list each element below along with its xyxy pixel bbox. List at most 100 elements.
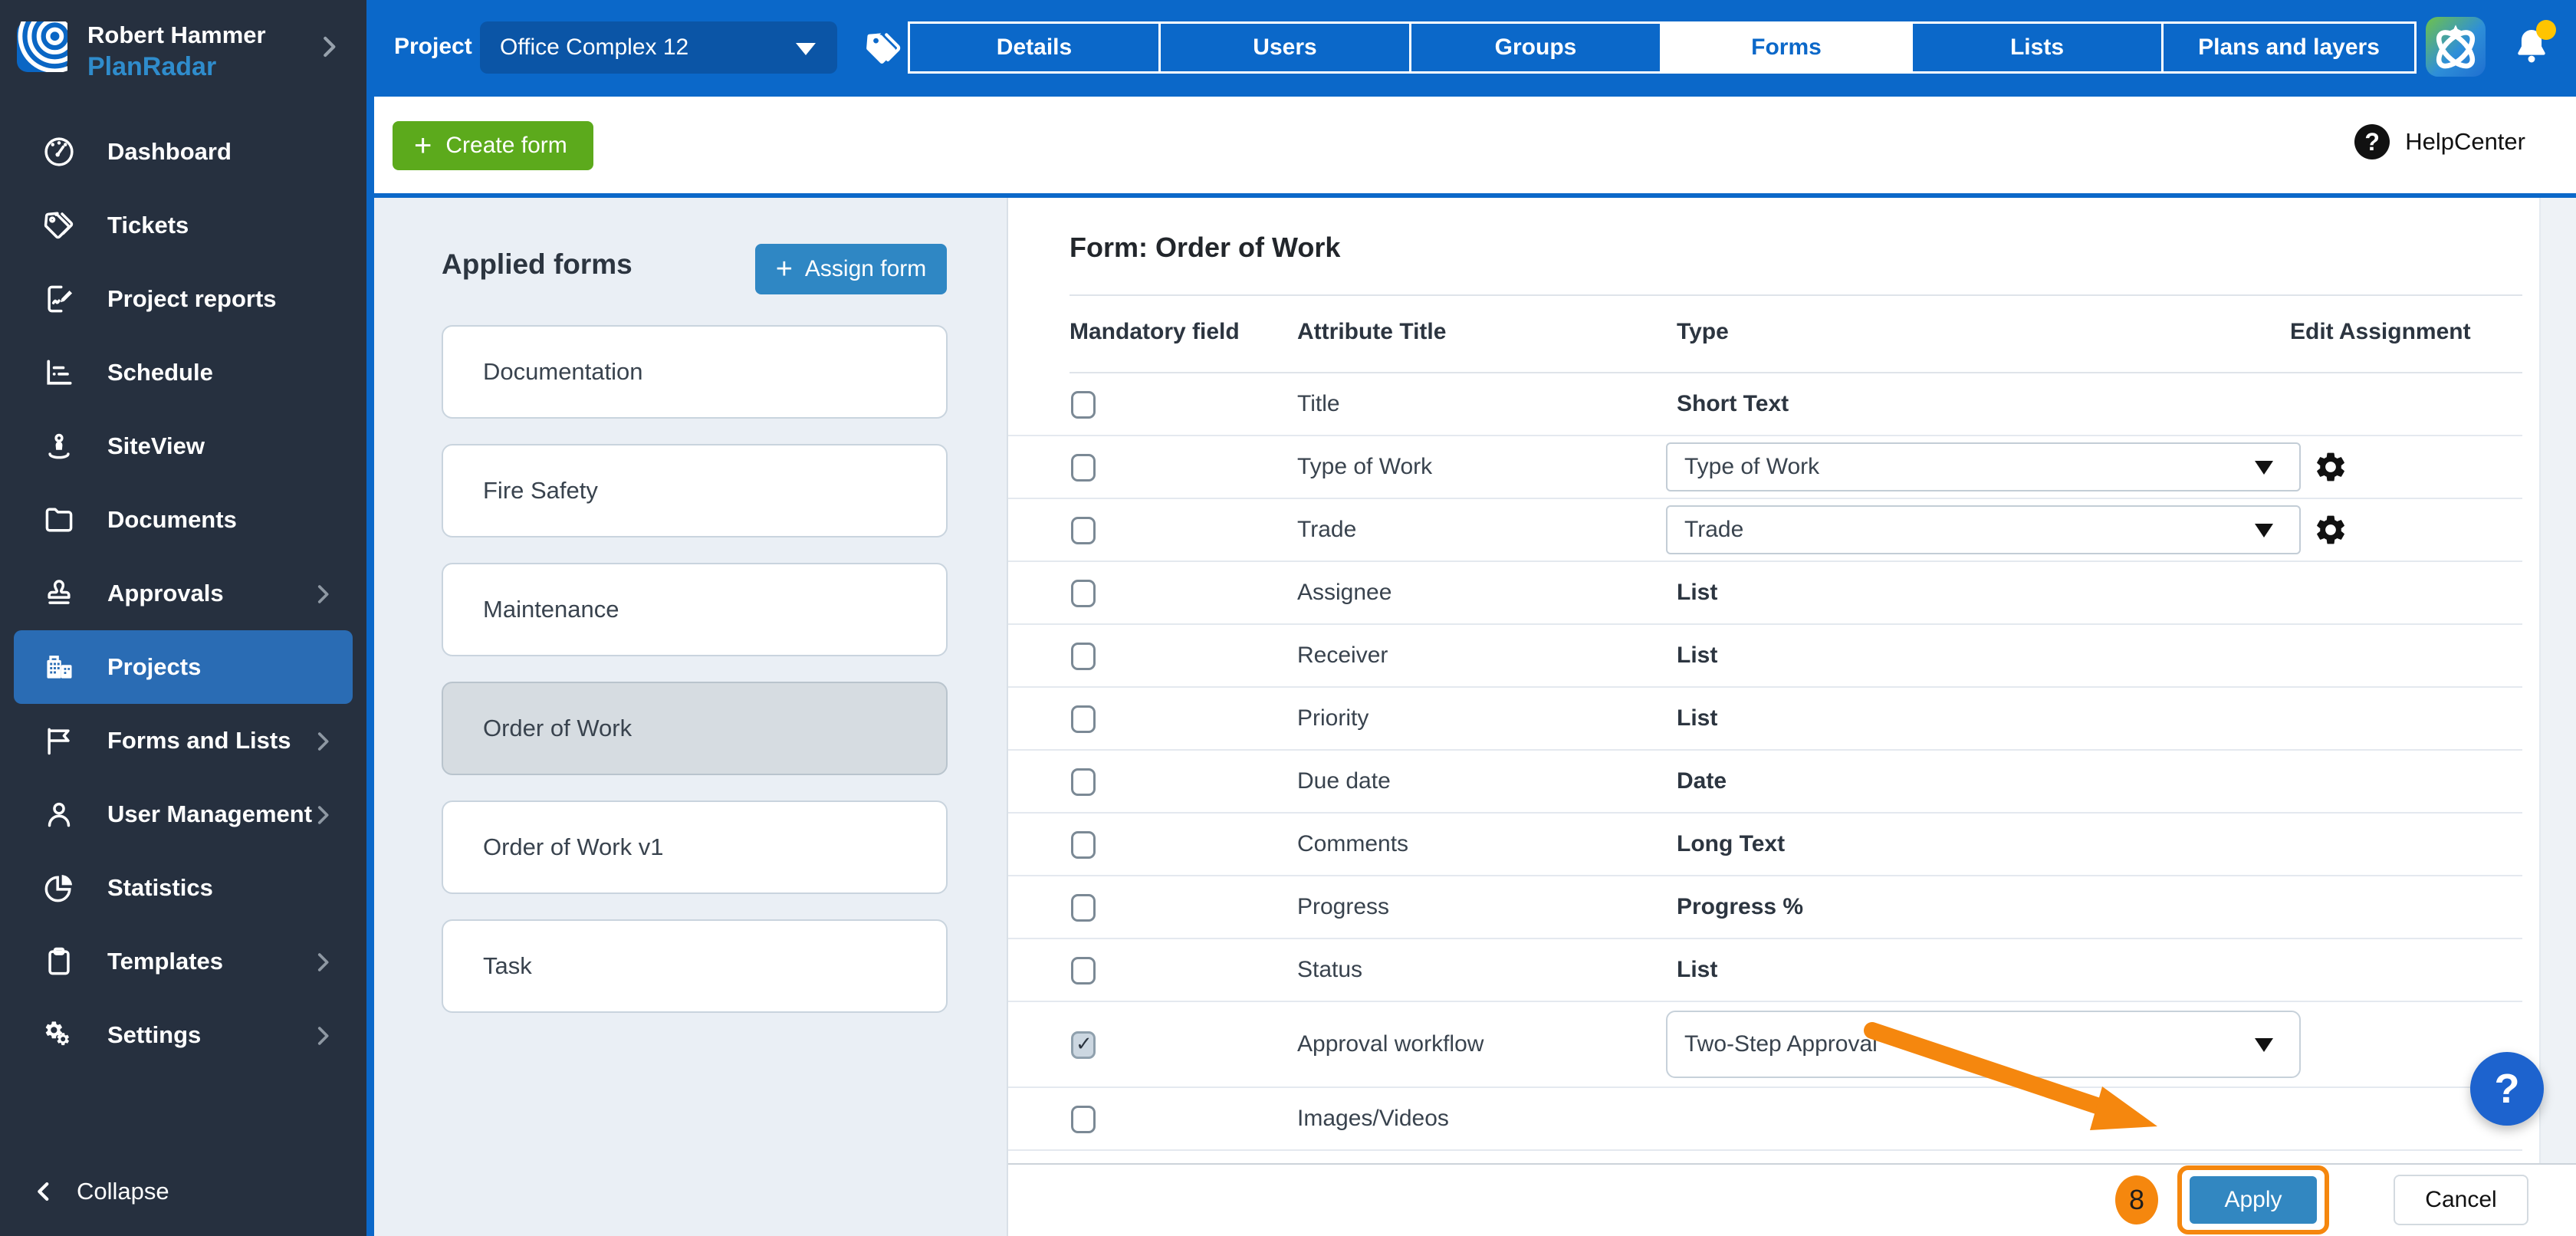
type-value: List — [1677, 957, 1717, 983]
table-row-type-of-work: Type of WorkType of Work — [1008, 436, 2522, 499]
chevron-right-icon — [310, 802, 336, 832]
form-toolbar: + Create form ? HelpCenter — [374, 97, 2576, 193]
table-row-images-videos: Images/Videos — [1008, 1088, 2522, 1151]
table-row-due-date: Due dateDate — [1008, 751, 2522, 814]
gears-icon — [42, 1018, 76, 1052]
type-select[interactable]: Type of Work — [1666, 442, 2301, 491]
connect-app-icon[interactable] — [2426, 17, 2486, 77]
sidebar-item-projects[interactable]: Projects — [14, 630, 353, 704]
mandatory-checkbox[interactable] — [1071, 643, 1096, 670]
user-name: Robert Hammer — [87, 21, 266, 49]
gear-icon[interactable] — [2313, 449, 2348, 485]
form-card-documentation[interactable]: Documentation — [442, 325, 948, 419]
mandatory-checkbox[interactable] — [1071, 957, 1096, 985]
form-card-list: Documentation Fire Safety Maintenance Order… — [442, 325, 948, 1038]
tab-users[interactable]: Users — [1161, 24, 1411, 71]
sidebar-item-user-management[interactable]: User Management — [14, 777, 353, 851]
cancel-button[interactable]: Cancel — [2394, 1175, 2528, 1225]
table-row-receiver: ReceiverList — [1008, 625, 2522, 688]
type-value: Date — [1677, 768, 1727, 794]
expand-account-icon[interactable] — [314, 32, 343, 65]
attribute-table: TitleShort TextType of WorkType of WorkT… — [1008, 373, 2522, 1151]
project-label: Project — [394, 34, 472, 60]
assign-form-button[interactable]: + Assign form — [755, 244, 947, 294]
chevron-down-icon — [2255, 524, 2273, 537]
form-card-fire-safety[interactable]: Fire Safety — [442, 444, 948, 537]
mandatory-checkbox[interactable] — [1071, 454, 1096, 482]
app-screen: Robert Hammer PlanRadar Dashboard Tickets… — [0, 0, 2576, 1236]
chevron-right-icon — [310, 1023, 336, 1053]
column-attribute-title: Attribute Title — [1297, 319, 1446, 345]
mandatory-checkbox[interactable]: ✓ — [1071, 1031, 1096, 1059]
mandatory-checkbox[interactable] — [1071, 831, 1096, 859]
form-card-order-of-work[interactable]: Order of Work — [442, 682, 948, 775]
plus-icon: + — [776, 253, 793, 286]
chevron-right-icon — [310, 728, 336, 758]
dashboard-icon — [42, 135, 76, 169]
sidebar-item-forms-and-lists[interactable]: Forms and Lists — [14, 704, 353, 777]
tags-icon[interactable] — [863, 29, 902, 67]
sidebar-item-label: Documents — [107, 506, 237, 534]
create-form-button[interactable]: + Create form — [393, 121, 593, 170]
attribute-label: Approval workflow — [1297, 1031, 1484, 1057]
type-select[interactable]: Two-Step Approval — [1666, 1011, 2301, 1078]
apply-button[interactable]: Apply — [2190, 1176, 2317, 1224]
collapse-button[interactable]: Collapse — [31, 1178, 169, 1205]
mandatory-checkbox[interactable] — [1071, 580, 1096, 607]
form-card-task[interactable]: Task — [442, 919, 948, 1013]
project-selector[interactable]: Office Complex 12 — [480, 21, 837, 74]
form-detail-panel: Form: Order of Work Mandatory field Attr… — [1007, 198, 2576, 1236]
tab-forms[interactable]: Forms — [1662, 24, 1913, 71]
sidebar-item-schedule[interactable]: Schedule — [14, 336, 353, 409]
check-icon: ✓ — [1076, 1032, 1092, 1056]
account-header[interactable]: Robert Hammer PlanRadar — [0, 0, 366, 92]
floating-help-button[interactable]: ? — [2470, 1052, 2544, 1126]
folder-icon — [42, 503, 76, 537]
sidebar-item-tickets[interactable]: Tickets — [14, 189, 353, 262]
form-card-order-of-work-v1[interactable]: Order of Work v1 — [442, 800, 948, 894]
chevron-right-icon — [310, 949, 336, 979]
sidebar-item-label: Settings — [107, 1021, 201, 1049]
type-select[interactable]: Trade — [1666, 505, 2301, 554]
sidebar-item-project-reports[interactable]: Project reports — [14, 262, 353, 336]
divider — [1070, 294, 2522, 296]
project-tabs: DetailsUsersGroupsFormsListsPlans and la… — [908, 21, 2417, 74]
sidebar-item-label: Templates — [107, 948, 223, 975]
tab-lists[interactable]: Lists — [1913, 24, 2164, 71]
helpcenter-button[interactable]: ? HelpCenter — [2354, 124, 2525, 159]
table-row-title: TitleShort Text — [1008, 373, 2522, 436]
sidebar-item-documents[interactable]: Documents — [14, 483, 353, 557]
sidebar-item-siteview[interactable]: SiteView — [14, 409, 353, 483]
form-card-label: Maintenance — [483, 596, 619, 623]
siteview-icon — [42, 429, 76, 463]
mandatory-checkbox[interactable] — [1071, 391, 1096, 419]
sidebar-item-settings[interactable]: Settings — [14, 998, 353, 1072]
form-card-label: Order of Work — [483, 715, 632, 742]
attribute-label: Receiver — [1297, 643, 1388, 669]
sidebar-item-templates[interactable]: Templates — [14, 925, 353, 998]
mandatory-checkbox[interactable] — [1071, 705, 1096, 733]
mandatory-checkbox[interactable] — [1071, 1106, 1096, 1133]
sidebar-item-label: Project reports — [107, 285, 277, 313]
sidebar-item-label: Tickets — [107, 212, 189, 239]
sidebar-item-approvals[interactable]: Approvals — [14, 557, 353, 630]
mandatory-checkbox[interactable] — [1071, 894, 1096, 922]
tab-groups[interactable]: Groups — [1411, 24, 1662, 71]
form-card-label: Fire Safety — [483, 477, 598, 505]
table-row-priority: PriorityList — [1008, 688, 2522, 751]
form-card-maintenance[interactable]: Maintenance — [442, 563, 948, 656]
report-icon — [42, 282, 76, 316]
mandatory-checkbox[interactable] — [1071, 517, 1096, 544]
table-row-progress: ProgressProgress % — [1008, 876, 2522, 939]
scroll-gutter[interactable] — [2539, 198, 2576, 1165]
notifications-bell-icon[interactable] — [2510, 23, 2556, 71]
tab-plans-and-layers[interactable]: Plans and layers — [2164, 24, 2414, 71]
sidebar-item-dashboard[interactable]: Dashboard — [14, 115, 353, 189]
plus-icon: + — [414, 123, 432, 169]
column-mandatory: Mandatory field — [1070, 319, 1240, 345]
gear-icon[interactable] — [2313, 512, 2348, 547]
divider — [374, 193, 2576, 198]
mandatory-checkbox[interactable] — [1071, 768, 1096, 796]
sidebar-item-statistics[interactable]: Statistics — [14, 851, 353, 925]
tab-details[interactable]: Details — [910, 24, 1161, 71]
